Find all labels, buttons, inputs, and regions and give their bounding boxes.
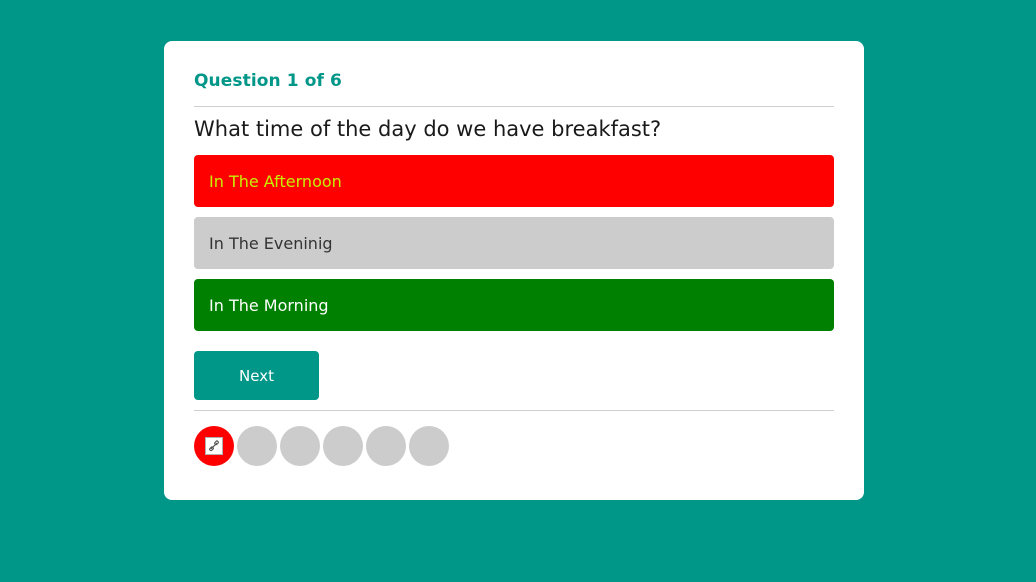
question-progress bbox=[194, 426, 449, 466]
progress-dot-2 bbox=[237, 426, 277, 466]
top-divider bbox=[194, 106, 834, 107]
quiz-card: Question 1 of 6 What time of the day do … bbox=[164, 41, 864, 500]
answer-option-evening[interactable]: In The Eveninig bbox=[194, 217, 834, 269]
progress-dot-1 bbox=[194, 426, 234, 466]
progress-dot-3 bbox=[280, 426, 320, 466]
progress-dot-4 bbox=[323, 426, 363, 466]
answer-options: In The Afternoon In The Eveninig In The … bbox=[194, 155, 834, 341]
answer-option-morning[interactable]: In The Morning bbox=[194, 279, 834, 331]
next-button[interactable]: Next bbox=[194, 351, 319, 400]
question-text: What time of the day do we have breakfas… bbox=[194, 117, 662, 141]
progress-dot-6 bbox=[409, 426, 449, 466]
bottom-divider bbox=[194, 410, 834, 411]
progress-dot-5 bbox=[366, 426, 406, 466]
broken-image-icon bbox=[205, 437, 223, 455]
answer-option-afternoon[interactable]: In The Afternoon bbox=[194, 155, 834, 207]
question-counter: Question 1 of 6 bbox=[194, 71, 342, 91]
